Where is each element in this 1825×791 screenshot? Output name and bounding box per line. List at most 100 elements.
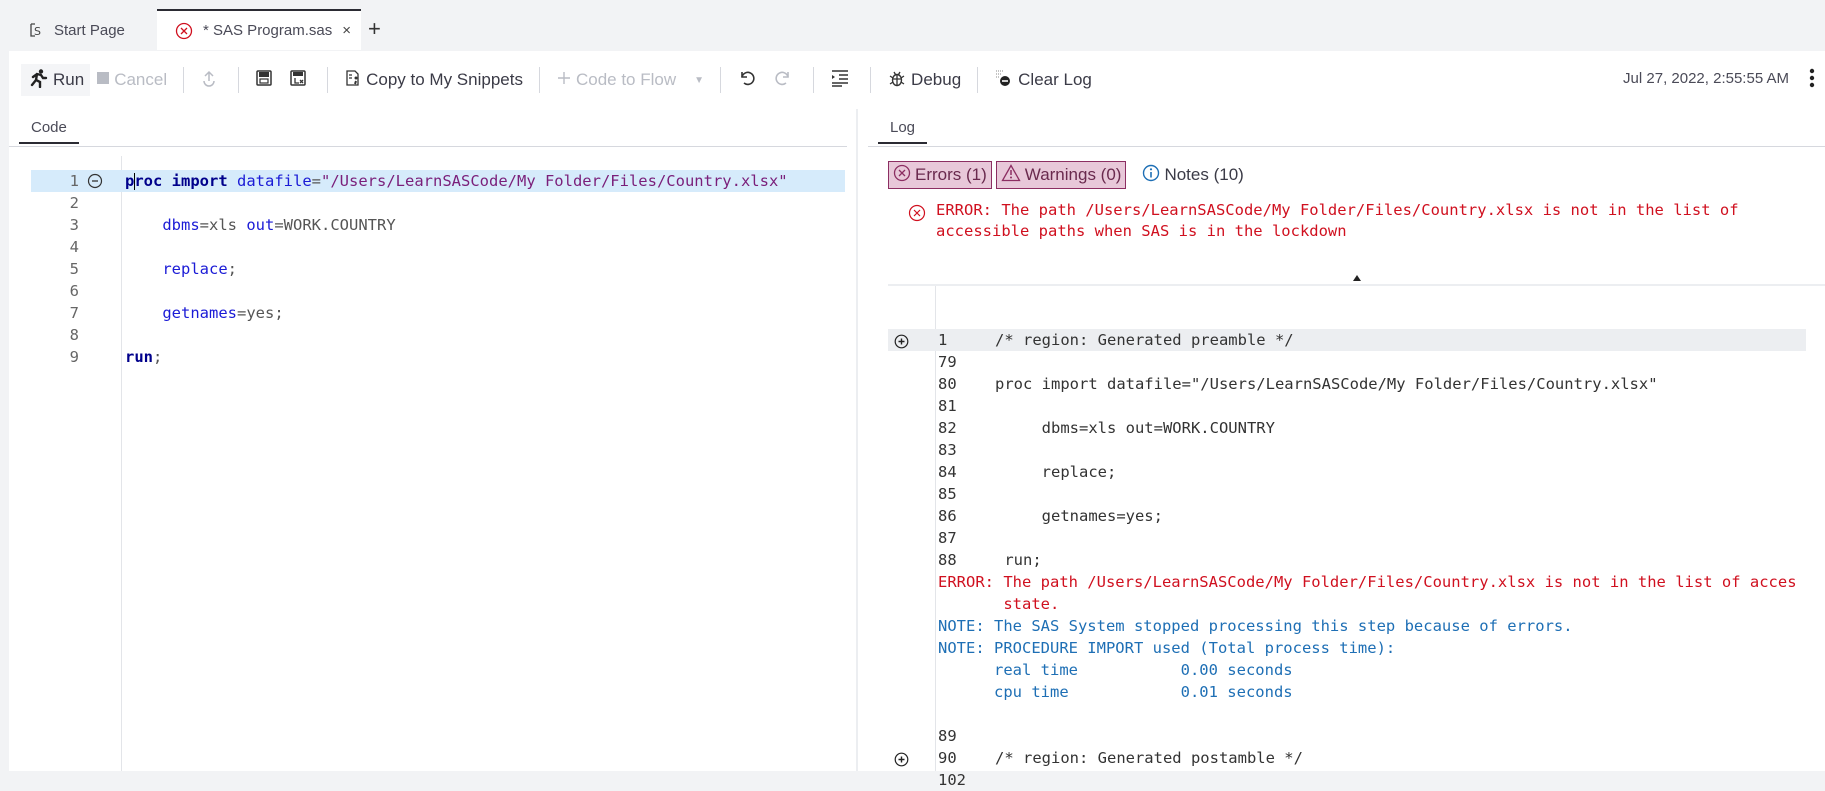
tab-start-page[interactable]: S Start Page — [28, 9, 125, 51]
start-page-icon: S — [28, 22, 44, 38]
log-text: replace; — [995, 463, 1117, 481]
error-summary[interactable]: ERROR: The path /Users/LearnSASCode/My F… — [936, 200, 1739, 242]
clear-log-icon — [994, 68, 1018, 93]
code-line[interactable]: 6 — [9, 280, 845, 302]
separator — [720, 67, 722, 93]
line-number: 9 — [69, 348, 79, 366]
log-text: proc import datafile="/Users/LearnSASCod… — [995, 375, 1658, 393]
toolbar: Run Cancel Copy to My Snippets Code to F… — [9, 51, 1825, 109]
log-viewer: Errors (1) Warnings (0) Notes (10) ERROR… — [868, 146, 1825, 789]
code-line[interactable]: 4 — [9, 236, 845, 258]
save-as-icon — [289, 69, 311, 92]
separator — [977, 67, 979, 93]
log-text: /* region: Generated postamble */ — [995, 749, 1303, 767]
tab-code[interactable]: Code — [19, 113, 79, 144]
code-line[interactable]: 3 dbms=xls out=WORK.COUNTRY — [9, 214, 845, 236]
code-line[interactable]: 8 — [9, 324, 845, 346]
code-text: run; — [125, 346, 162, 368]
code-token: import — [171, 172, 228, 190]
code-to-flow-button[interactable]: Code to Flow ▼ — [550, 64, 710, 96]
info-circle-icon — [1142, 164, 1164, 187]
log-line: 90 /* region: Generated postamble */ — [888, 747, 1806, 769]
line-number: 6 — [69, 282, 79, 300]
copy-snippets-label: Copy to My Snippets — [366, 70, 523, 89]
log-message: real time 0.00 seconds — [938, 661, 1293, 679]
log-line-number: 1 — [938, 331, 948, 349]
chevron-down-icon[interactable]: ▼ — [694, 75, 704, 86]
code-token: = — [236, 304, 247, 322]
more-options-icon[interactable] — [1809, 68, 1815, 93]
log-line-number: 84 — [938, 463, 957, 481]
log-line-number: 82 — [938, 419, 957, 437]
log-note-line: NOTE: PROCEDURE IMPORT used (Total proce… — [888, 637, 1806, 659]
separator — [870, 67, 872, 93]
tab-bar: S Start Page * SAS Program.sas × + — [0, 0, 1825, 51]
run-button[interactable]: Run — [21, 64, 91, 96]
code-token: run — [125, 348, 153, 366]
clear-log-button[interactable]: Clear Log — [988, 64, 1098, 96]
warning-triangle-icon — [1001, 163, 1025, 187]
close-tab-icon[interactable]: × — [342, 22, 351, 39]
log-line: 79 — [888, 351, 1806, 373]
clear-log-label: Clear Log — [1018, 70, 1092, 89]
run-label: Run — [53, 70, 85, 89]
cancel-button[interactable]: Cancel — [90, 64, 173, 96]
separator — [327, 67, 329, 93]
bug-icon — [887, 68, 911, 93]
upload-icon — [200, 69, 222, 92]
line-number: 2 — [69, 194, 79, 212]
separator — [238, 67, 240, 93]
log-line-number: 81 — [938, 397, 957, 415]
new-tab-button[interactable]: + — [368, 16, 381, 42]
warnings-filter[interactable]: Warnings (0) — [995, 161, 1127, 189]
save-as-button[interactable] — [283, 64, 317, 96]
code-line[interactable]: 2 — [9, 192, 845, 214]
collapse-summary-icon[interactable] — [1353, 275, 1361, 281]
log-line: 82 dbms=xls out=WORK.COUNTRY — [888, 417, 1806, 439]
code-token: yes; — [246, 304, 284, 322]
log-filters: Errors (1) Warnings (0) Notes (10) — [888, 161, 1252, 189]
log-line-number: 87 — [938, 529, 957, 547]
separator — [813, 67, 815, 93]
code-text: dbms=xls out=WORK.COUNTRY — [125, 214, 395, 236]
tab-log[interactable]: Log — [878, 113, 928, 144]
warnings-filter-label: Warnings (0) — [1024, 165, 1122, 184]
log-note-line: cpu time 0.01 seconds — [888, 681, 1806, 703]
code-line[interactable]: 5 replace; — [9, 258, 845, 280]
debug-button[interactable]: Debug — [881, 64, 967, 96]
log-line-number: 88 — [938, 551, 957, 569]
log-panel-header: Log — [868, 113, 1825, 147]
log-line: 89 — [888, 725, 1806, 747]
log-note-line: real time 0.00 seconds — [888, 659, 1806, 681]
line-number: 8 — [69, 326, 79, 344]
tab-label: Start Page — [54, 21, 125, 39]
save-button[interactable] — [249, 64, 283, 96]
code-line[interactable]: 7 getnames=yes; — [9, 302, 845, 324]
log-line: 83 — [888, 439, 1806, 461]
errors-filter[interactable]: Errors (1) — [888, 161, 992, 189]
tab-sas-program[interactable]: * SAS Program.sas × — [157, 9, 361, 50]
notes-filter[interactable]: Notes (10) — [1138, 162, 1247, 188]
code-editor[interactable]: 1 proc import datafile="/Users/LearnSASCo… — [9, 156, 847, 771]
code-panel-header: Code — [9, 113, 847, 147]
code-line[interactable]: 9 run; — [9, 346, 845, 368]
undo-icon — [737, 68, 761, 93]
code-text: getnames=yes; — [125, 302, 284, 324]
redo-button[interactable] — [767, 64, 803, 96]
log-message: NOTE: PROCEDURE IMPORT used (Total proce… — [938, 639, 1396, 657]
format-code-button[interactable] — [824, 64, 860, 96]
copy-to-snippets-button[interactable]: Copy to My Snippets — [338, 64, 529, 96]
log-line: 88 run; — [888, 549, 1806, 571]
log-line: 87 — [888, 527, 1806, 549]
code-line[interactable]: 1 proc import datafile="/Users/LearnSASCo… — [31, 170, 845, 192]
undo-button[interactable] — [731, 64, 767, 96]
upload-button[interactable] — [194, 64, 228, 96]
log-message: NOTE: The SAS System stopped processing … — [938, 617, 1573, 635]
log-error-line: state. — [888, 593, 1806, 615]
panel-splitter[interactable] — [856, 109, 858, 771]
error-circle-icon — [175, 22, 193, 40]
